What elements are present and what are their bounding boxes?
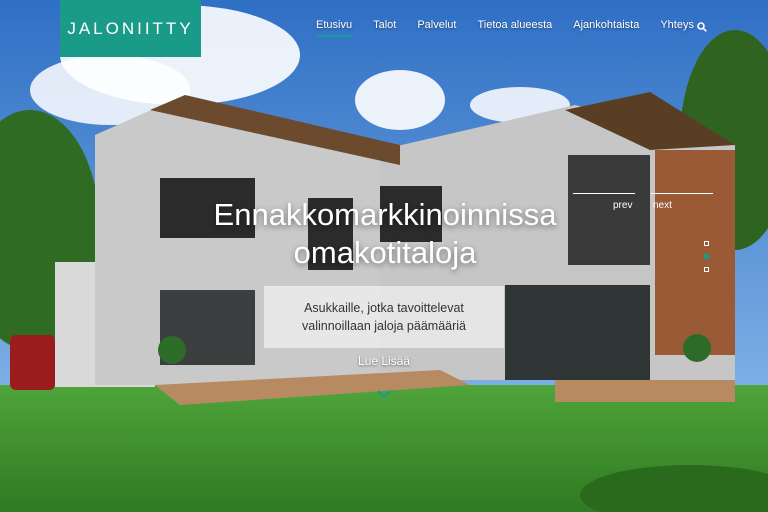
slider-dot[interactable] bbox=[704, 267, 709, 272]
slider-next-button[interactable]: next bbox=[653, 200, 672, 211]
next-line bbox=[651, 193, 713, 194]
slider-dot-active[interactable] bbox=[704, 254, 709, 259]
read-more-button[interactable]: Lue Lisää bbox=[352, 354, 416, 368]
hero-headline-line2: omakotitaloja bbox=[293, 235, 477, 270]
nav-item-palvelut[interactable]: Palvelut bbox=[417, 19, 456, 37]
slider-pagination bbox=[704, 241, 709, 272]
main-nav: Etusivu Talot Palvelut Tietoa alueesta A… bbox=[316, 19, 715, 37]
hero-subtext-line1: Asukkaille, jotka tavoittelevat bbox=[304, 301, 464, 315]
nav-item-etusivu[interactable]: Etusivu bbox=[316, 19, 353, 37]
nav-item-ajankohtaista[interactable]: Ajankohtaista bbox=[573, 19, 639, 37]
prev-line bbox=[573, 193, 635, 194]
hero-subtext-box: Asukkaille, jotka tavoittelevat valinnoi… bbox=[264, 286, 504, 348]
nav-item-talot[interactable]: Talot bbox=[373, 19, 396, 37]
slider-dot[interactable] bbox=[704, 241, 709, 246]
search-icon[interactable] bbox=[697, 22, 707, 32]
hero-headline-line1: Ennakkomarkkinoinnissa bbox=[213, 197, 557, 232]
hero-headline: Ennakkomarkkinoinnissa omakotitaloja bbox=[160, 196, 610, 272]
chevron-down-icon[interactable] bbox=[377, 389, 391, 399]
nav-item-yhteys[interactable]: Yhteys bbox=[660, 19, 694, 37]
site-logo[interactable]: JALONIITTY bbox=[60, 0, 201, 57]
nav-item-tietoa-alueesta[interactable]: Tietoa alueesta bbox=[477, 19, 552, 37]
slider-prev-button[interactable]: prev bbox=[613, 200, 632, 211]
hero-subtext-line2: valinnoillaan jaloja päämääriä bbox=[302, 319, 466, 333]
